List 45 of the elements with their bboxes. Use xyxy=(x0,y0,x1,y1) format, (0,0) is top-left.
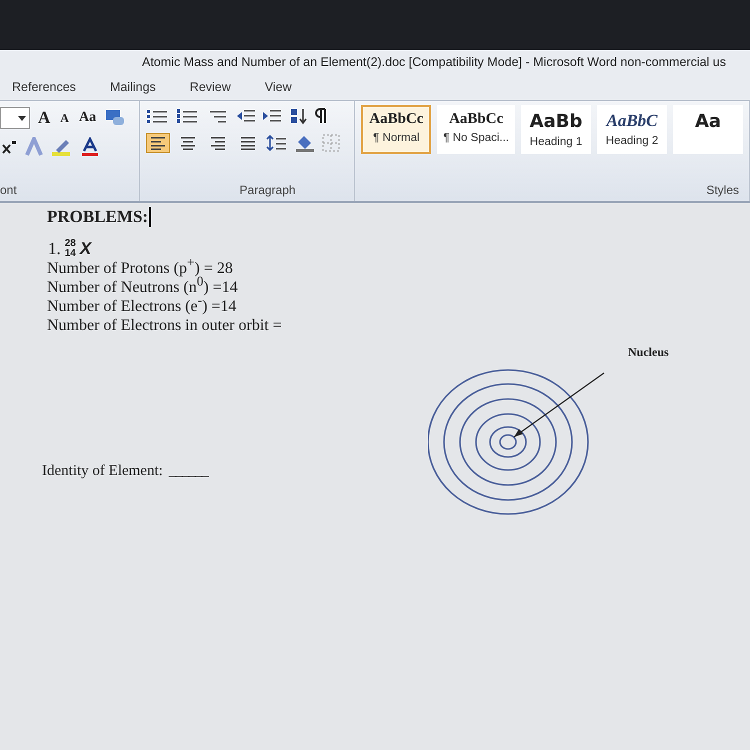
line-spacing-icon[interactable] xyxy=(266,134,288,152)
style-button[interactable]: Aa xyxy=(673,105,743,154)
nucleus-label: Nucleus xyxy=(628,345,669,360)
group-label: Paragraph xyxy=(240,183,296,197)
align-button[interactable] xyxy=(146,133,170,153)
paint-bucket-icon[interactable] xyxy=(294,134,316,152)
align-lines-icon xyxy=(240,136,256,150)
mass-number: 28 xyxy=(64,239,76,249)
grow-font-button[interactable]: A xyxy=(36,108,52,128)
atomic-number: 14 xyxy=(64,249,76,259)
window-title: Atomic Mass and Number of an Element(2).doc [Compatibility Mode] - Microsoft Word non-commercial us xyxy=(142,55,726,69)
group-label: ont xyxy=(0,183,17,197)
problems-heading: PROBLEMS: xyxy=(47,207,152,227)
element-symbol: X xyxy=(80,239,92,259)
ribbon-tab[interactable]: View xyxy=(260,78,296,96)
eraser-icon[interactable] xyxy=(104,108,126,128)
pilcrow-icon[interactable] xyxy=(314,107,328,125)
ribbon-tab[interactable]: Mailings xyxy=(106,78,160,96)
style-button[interactable]: AaBb Heading 1 xyxy=(521,105,591,154)
identity-label: Identity of Element: xyxy=(42,463,163,480)
style-button[interactable]: AaBbCc ¶ No Spaci... xyxy=(437,105,515,154)
align-lines-icon xyxy=(210,136,226,150)
shrink-font-button[interactable]: A xyxy=(58,110,71,126)
decrease-indent-icon[interactable] xyxy=(236,108,256,124)
ribbon-tab[interactable]: Review xyxy=(186,78,235,96)
style-button[interactable]: AaBbC Heading 2 xyxy=(597,105,667,154)
problem-line: Number of Electrons (e$^{-}$) =14 xyxy=(47,297,238,316)
problem-line: Number of Protons (p$^{+}$) = 28 xyxy=(47,259,234,277)
align-lines-icon xyxy=(180,136,196,150)
problem-line: Number of Neutrons (n$^{0}$) =14 xyxy=(47,278,239,297)
ribbon-tab[interactable]: References xyxy=(8,78,80,96)
font-size-dropdown[interactable] xyxy=(0,107,30,129)
font-color-icon[interactable] xyxy=(80,137,100,157)
superscript-icon[interactable] xyxy=(0,139,18,155)
align-lines-icon xyxy=(150,136,166,150)
increase-indent-icon[interactable] xyxy=(262,108,282,124)
fill-in-line: ______ xyxy=(168,463,208,480)
caret-icon xyxy=(18,116,26,120)
problem-number: 1. xyxy=(48,239,61,259)
style-button[interactable]: AaBbCc ¶ Normal xyxy=(361,105,432,154)
problem-line: Number of Electrons in outer orbit = xyxy=(47,316,283,335)
change-case-button[interactable]: Aa xyxy=(76,110,98,126)
bullet-list-icon[interactable] xyxy=(146,108,170,124)
group-label: Styles xyxy=(706,183,739,197)
numbered-list-icon[interactable] xyxy=(176,108,200,124)
